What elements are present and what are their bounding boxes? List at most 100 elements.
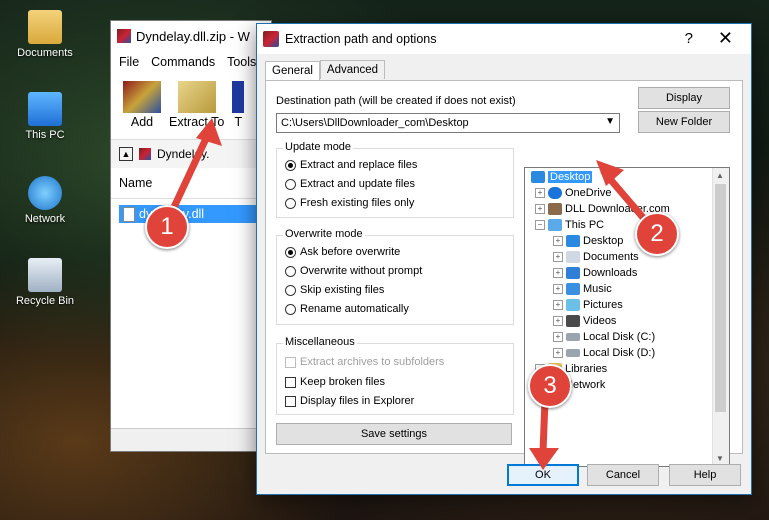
expand-icon[interactable]: + [535, 204, 545, 214]
expand-icon[interactable]: + [553, 348, 563, 358]
tree-node-this-pc[interactable]: − This PC [535, 219, 604, 231]
expand-icon[interactable]: + [553, 252, 563, 262]
miscellaneous-title: Miscellaneous [283, 336, 357, 348]
winrar-app-icon [117, 29, 131, 43]
checkbox [285, 356, 296, 368]
overwrite-option-skip[interactable]: Skip existing files [285, 284, 384, 296]
checkbox[interactable] [285, 395, 296, 407]
dll-file-icon [123, 206, 135, 222]
column-header-name[interactable]: Name [111, 171, 269, 199]
option-label: Overwrite without prompt [300, 265, 423, 277]
tree-node-music[interactable]: + Music [553, 283, 612, 295]
overwrite-option-ask[interactable]: Ask before overwrite [285, 246, 400, 258]
tree-node-pictures[interactable]: + Pictures [553, 299, 623, 311]
radio-button[interactable] [285, 265, 296, 277]
test-icon [232, 81, 245, 113]
tree-node-downloads[interactable]: + Downloads [553, 267, 637, 279]
radio-button[interactable] [285, 178, 296, 190]
this-pc-icon [548, 219, 562, 231]
option-label: Keep broken files [300, 376, 385, 388]
menu-tools[interactable]: Tools [227, 55, 256, 69]
add-button[interactable]: Add [123, 81, 161, 129]
expand-icon[interactable]: + [553, 332, 563, 342]
step-badge-2: 2 [635, 212, 679, 256]
cancel-button[interactable]: Cancel [587, 464, 659, 486]
destination-path-input[interactable]: C:\Users\DllDownloader_com\Desktop ▼ [276, 113, 620, 133]
menu-file[interactable]: File [119, 55, 139, 69]
folder-tree[interactable]: Desktop + OneDrive + DLL Downloader.com … [524, 167, 730, 467]
radio-button[interactable] [285, 159, 296, 171]
test-button[interactable]: T [232, 81, 245, 129]
chevron-down-icon[interactable]: ▼ [605, 116, 615, 127]
scroll-down-icon[interactable]: ▼ [716, 454, 724, 463]
ok-button[interactable]: OK [507, 464, 579, 486]
tree-scrollbar[interactable]: ▲ ▼ [712, 168, 729, 466]
collapse-icon[interactable]: − [535, 220, 545, 230]
extract-to-button[interactable]: Extract To [169, 81, 224, 129]
expand-icon[interactable]: + [553, 236, 563, 246]
radio-button[interactable] [285, 197, 296, 209]
desktop-icon-recycle-bin[interactable]: Recycle Bin [6, 258, 84, 307]
checkbox[interactable] [285, 376, 296, 388]
dialog-tabs: General Advanced [265, 60, 386, 80]
desktop-icon [566, 235, 580, 247]
tree-node-desktop[interactable]: Desktop [531, 171, 593, 183]
desktop-icon-this-pc[interactable]: This PC [6, 92, 84, 141]
winrar-app-icon [263, 31, 279, 47]
help-button[interactable]: Help [669, 464, 741, 486]
save-settings-button[interactable]: Save settings [276, 423, 512, 445]
address-text: Dyndelay. [157, 147, 210, 161]
radio-button[interactable] [285, 246, 296, 258]
winrar-title: Dyndelay.dll.zip - W [136, 28, 250, 44]
extract-to-icon [177, 81, 216, 113]
cloud-icon [548, 187, 562, 199]
overwrite-option-without-prompt[interactable]: Overwrite without prompt [285, 265, 422, 277]
tree-node-label: Videos [583, 315, 617, 327]
update-option-update[interactable]: Extract and update files [285, 178, 415, 190]
radio-button[interactable] [285, 284, 296, 296]
update-option-replace[interactable]: Extract and replace files [285, 159, 417, 171]
option-label: Fresh existing files only [300, 197, 415, 209]
scrollbar-thumb[interactable] [715, 184, 726, 412]
expand-icon[interactable]: + [553, 268, 563, 278]
scroll-up-icon[interactable]: ▲ [716, 171, 724, 180]
tree-node-documents[interactable]: + Documents [553, 251, 639, 263]
tree-node-label: Desktop [548, 171, 593, 183]
misc-option-keep-broken[interactable]: Keep broken files [285, 376, 385, 388]
tree-node-local-disk-c[interactable]: + Local Disk (C:) [553, 331, 655, 343]
overwrite-option-rename[interactable]: Rename automatically [285, 303, 409, 315]
expand-icon[interactable]: + [553, 284, 563, 294]
extract-to-button-label: Extract To [169, 115, 225, 129]
option-label: Extract and replace files [300, 159, 418, 171]
tab-advanced[interactable]: Advanced [319, 60, 386, 79]
menu-commands[interactable]: Commands [151, 55, 215, 69]
expand-icon[interactable]: + [535, 188, 545, 198]
tree-node-pc-desktop[interactable]: + Desktop [553, 235, 623, 247]
winrar-window: Dyndelay.dll.zip - W File Commands Tools… [110, 20, 277, 452]
close-icon[interactable]: ✕ [718, 28, 733, 49]
desktop-icon-network[interactable]: Network [6, 176, 84, 225]
documents-folder-icon [28, 10, 62, 44]
tree-node-onedrive[interactable]: + OneDrive [535, 187, 611, 199]
file-row[interactable]: dyndelay.dll [119, 205, 269, 223]
radio-button[interactable] [285, 303, 296, 315]
destination-path-value: C:\Users\DllDownloader_com\Desktop [281, 117, 469, 129]
expand-icon[interactable]: + [553, 300, 563, 310]
winrar-address-bar[interactable]: ▲ Dyndelay. [111, 139, 277, 168]
help-icon[interactable]: ? [685, 30, 693, 47]
up-folder-icon[interactable]: ▲ [119, 147, 133, 161]
option-label: Ask before overwrite [300, 246, 401, 258]
add-archive-icon [123, 81, 161, 113]
tree-node-videos[interactable]: + Videos [553, 315, 616, 327]
misc-option-display-explorer[interactable]: Display files in Explorer [285, 395, 414, 407]
expand-icon[interactable]: + [553, 316, 563, 326]
desktop-icon-documents[interactable]: Documents [6, 10, 84, 59]
tree-node-local-disk-d[interactable]: + Local Disk (D:) [553, 347, 655, 359]
overwrite-mode-group: Overwrite mode Ask before overwrite Over… [276, 228, 514, 325]
new-folder-button[interactable]: New Folder [638, 111, 730, 133]
display-button[interactable]: Display [638, 87, 730, 109]
update-option-fresh[interactable]: Fresh existing files only [285, 197, 414, 209]
tree-node-label: Local Disk (D:) [583, 347, 656, 359]
add-button-label: Add [130, 115, 154, 129]
tab-general[interactable]: General [265, 61, 320, 80]
